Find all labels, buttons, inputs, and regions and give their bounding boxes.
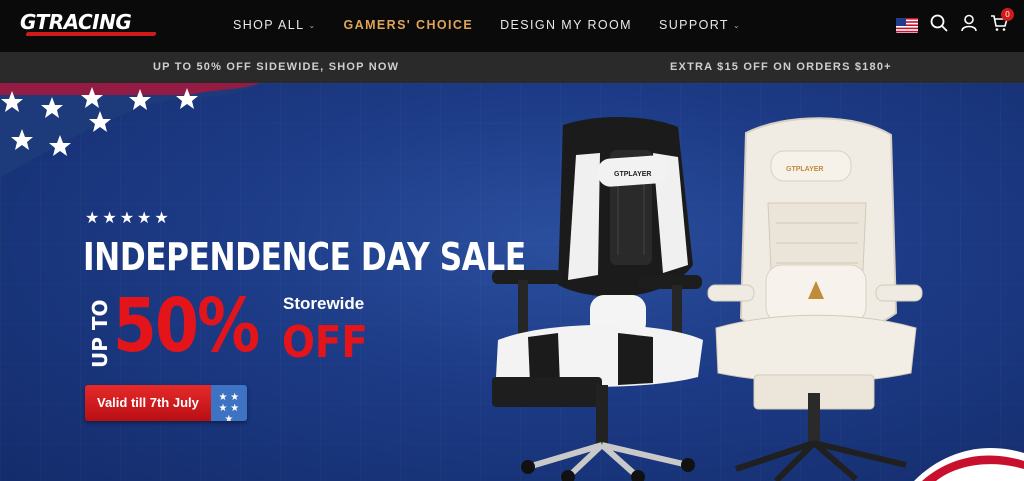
up-to-label: UP TO	[88, 299, 112, 368]
top-navigation: GTRACING SHOP ALL ⌄ GAMERS' CHOICE DESIG…	[0, 0, 1024, 52]
account-icon[interactable]	[960, 14, 978, 37]
chevron-down-icon: ⌄	[732, 20, 742, 30]
logo-swoosh	[25, 32, 157, 36]
menu-shop-all[interactable]: SHOP ALL ⌄	[233, 18, 317, 32]
flag-stars-decoration	[0, 83, 260, 178]
cart-count-badge: 0	[1001, 8, 1014, 21]
rating-stars: ★★★★★	[85, 210, 172, 227]
menu-design-my-room-label: DESIGN MY ROOM	[500, 18, 632, 32]
chevron-down-icon: ⌄	[308, 20, 317, 30]
hero-banner[interactable]: ★★★★★ INDEPENDENCE DAY SALE UP TO 50% St…	[0, 83, 1024, 481]
white-gaming-chair-image: GTPLAYER	[707, 117, 923, 481]
off-label: OFF	[282, 317, 368, 368]
us-flag-icon[interactable]	[896, 18, 918, 33]
menu-design-my-room[interactable]: DESIGN MY ROOM	[500, 18, 632, 32]
menu-gamers-choice[interactable]: GAMERS' CHOICE	[344, 18, 474, 32]
main-menu: SHOP ALL ⌄ GAMERS' CHOICE DESIGN MY ROOM…	[233, 18, 741, 32]
promo-right-text[interactable]: EXTRA $15 OFF ON ORDERS $180+	[670, 61, 892, 73]
promo-left-link[interactable]: UP TO 50% OFF SIDEWIDE, SHOP NOW	[153, 61, 399, 73]
sale-title: INDEPENDENCE DAY SALE	[83, 235, 526, 279]
menu-shop-all-label: SHOP ALL	[233, 18, 305, 32]
stars-icon: ★ ★ ★ ★ ★	[210, 385, 247, 421]
storewide-label: Storewide	[283, 294, 365, 313]
chair-brand-label-2: GTPLAYER	[786, 166, 823, 173]
flag-stripe-decoration	[914, 448, 1024, 481]
chair-brand-label: GTPLAYER	[614, 171, 651, 178]
promo-bar: UP TO 50% OFF SIDEWIDE, SHOP NOW EXTRA $…	[0, 52, 1024, 83]
menu-gamers-choice-label: GAMERS' CHOICE	[343, 18, 474, 32]
valid-till-label: Valid till 7th July	[85, 385, 211, 421]
logo-text: GTRACING	[20, 10, 132, 34]
menu-support-label: SUPPORT	[658, 18, 729, 32]
valid-till-button[interactable]: Valid till 7th July ★ ★ ★ ★ ★	[85, 385, 247, 421]
cart-button[interactable]: 0	[990, 8, 1014, 37]
search-icon[interactable]	[930, 14, 948, 37]
menu-support[interactable]: SUPPORT ⌄	[659, 18, 741, 32]
brand-logo[interactable]: GTRACING	[20, 10, 157, 36]
discount-percent: 50%	[113, 283, 260, 369]
black-gaming-chair-image: GTPLAYER	[492, 116, 703, 481]
nav-icons: 0	[896, 8, 1014, 37]
